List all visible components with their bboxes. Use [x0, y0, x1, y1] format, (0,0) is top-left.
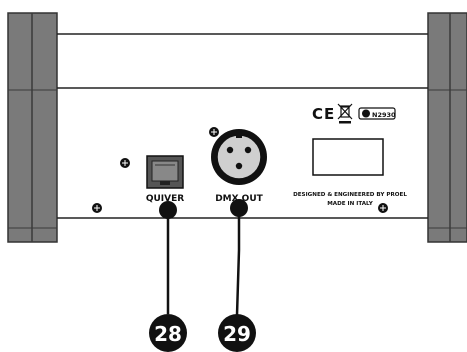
right-end-cap	[427, 12, 467, 243]
callout-28: 28	[149, 201, 187, 352]
top-housing	[57, 33, 428, 89]
callout-29-anchor	[230, 199, 248, 217]
certification-marks: CE N2930	[312, 103, 396, 124]
label-window	[312, 138, 384, 176]
screw-left-lower	[92, 203, 102, 213]
compliance-code: N2930	[372, 111, 396, 119]
quiver-port	[146, 155, 184, 189]
callout-28-anchor	[159, 201, 177, 219]
rear-panel-diagram: QUIVER DMX OUT CE N2930 DESIGNED & ENGIN…	[7, 12, 467, 352]
callout-29: 29	[218, 199, 256, 352]
screw-left-upper	[120, 158, 130, 168]
screw-right-lower	[378, 203, 388, 213]
left-end-cap	[7, 12, 58, 243]
callout-28-number: 28	[154, 322, 182, 346]
credits-line-2: MADE IN ITALY	[327, 201, 374, 207]
credits-line-1: DESIGNED & ENGINEERED BY PROEL	[293, 192, 407, 198]
ce-mark: CE	[312, 105, 335, 123]
compliance-badge: N2930	[358, 107, 396, 120]
callout-29-leader	[235, 208, 241, 316]
screw-dmx-top	[209, 127, 219, 137]
weee-bin-icon	[337, 103, 353, 124]
callout-29-number: 29	[223, 322, 251, 346]
dmx-out-connector	[211, 129, 267, 185]
